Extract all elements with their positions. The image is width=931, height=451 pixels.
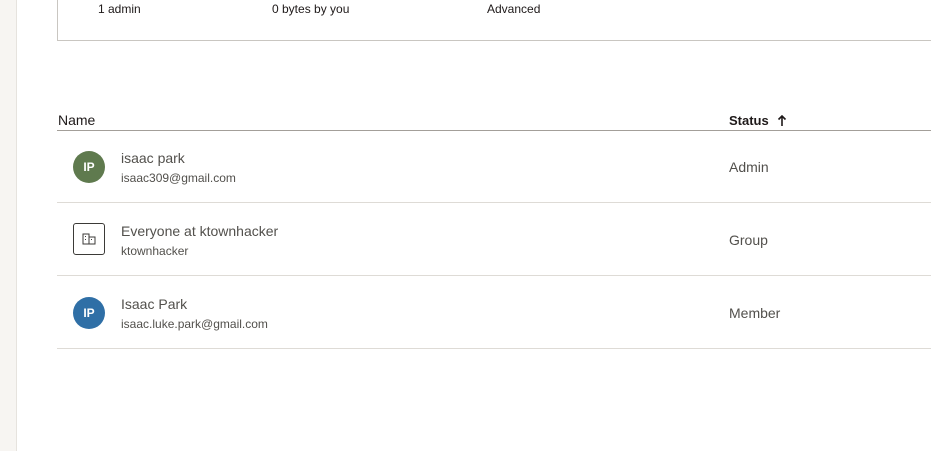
admin-count: 1 admin xyxy=(98,2,141,16)
table-row[interactable]: Everyone at ktownhacker ktownhacker Grou… xyxy=(57,203,931,276)
group-name[interactable]: Everyone at ktownhacker xyxy=(121,223,278,239)
member-email: isaac.luke.park@gmail.com xyxy=(121,317,268,331)
member-status: Member xyxy=(729,305,781,321)
table-header: Name Status xyxy=(57,110,931,131)
avatar-initials: IP xyxy=(83,306,95,320)
group-team: ktownhacker xyxy=(121,244,189,258)
plan-name: Advanced xyxy=(487,2,541,16)
column-header-name[interactable]: Name xyxy=(58,112,95,128)
avatar: IP xyxy=(73,151,105,183)
summary-card: 1 admin 0 bytes by you Advanced xyxy=(57,0,931,41)
member-name[interactable]: Isaac Park xyxy=(121,296,187,312)
column-header-status-label: Status xyxy=(729,113,769,128)
storage-usage: 0 bytes by you xyxy=(272,2,350,16)
member-status: Admin xyxy=(729,159,769,175)
left-rail xyxy=(0,0,17,451)
avatar: IP xyxy=(73,297,105,329)
table-row[interactable]: IP isaac park isaac309@gmail.com Admin xyxy=(57,130,931,203)
avatar-initials: IP xyxy=(83,160,95,174)
building-icon xyxy=(73,223,105,255)
member-email: isaac309@gmail.com xyxy=(121,171,236,185)
member-name[interactable]: isaac park xyxy=(121,150,185,166)
table-row[interactable]: IP Isaac Park isaac.luke.park@gmail.com … xyxy=(57,276,931,349)
column-header-status[interactable]: Status xyxy=(729,113,787,128)
arrow-up-icon xyxy=(777,114,786,126)
member-status: Group xyxy=(729,232,768,248)
